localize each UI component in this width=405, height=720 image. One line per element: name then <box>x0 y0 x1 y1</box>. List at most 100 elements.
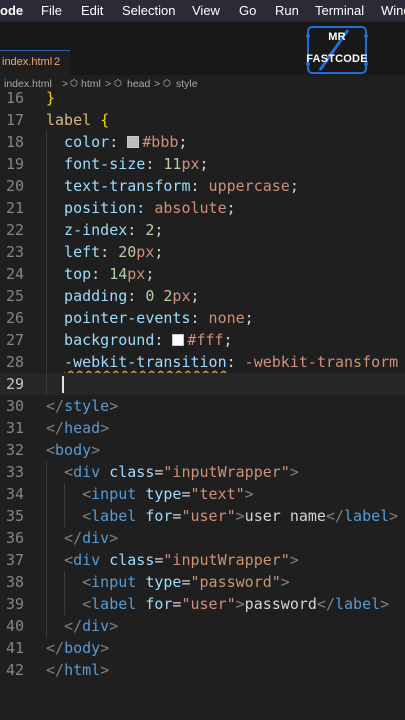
line-number: 39 <box>5 595 24 613</box>
indent-guide <box>64 571 66 593</box>
code-line[interactable]: 37 <div class="inputWrapper"> <box>0 549 405 571</box>
code-line[interactable]: 27 background: #fff; <box>0 329 405 351</box>
code-text: -webkit-transition: -webkit-transform <box>64 353 399 371</box>
code-line[interactable]: 16} <box>0 87 405 109</box>
indent-guide <box>46 263 47 285</box>
code-line[interactable]: 41 </body> <box>0 637 405 659</box>
line-number: 28 <box>5 353 24 371</box>
code-text: <label for="user">user name</label> <box>82 507 399 525</box>
code-text: <body> <box>46 441 101 459</box>
app-menu[interactable]: ode <box>0 3 23 18</box>
code-text: <input type="password"> <box>82 573 290 591</box>
code-line[interactable]: 31 </head> <box>0 417 405 439</box>
indent-guide <box>46 153 47 175</box>
line-number: 26 <box>5 309 24 327</box>
indent-guide <box>64 483 66 505</box>
line-number: 27 <box>5 331 24 349</box>
code-line[interactable]: 22 z-index: 2; <box>0 219 405 241</box>
code-line[interactable]: 40 </div> <box>0 615 405 637</box>
tab-filename: index.html <box>2 56 53 68</box>
line-number: 18 <box>5 133 24 151</box>
indent-guide <box>46 571 47 593</box>
menu-selection[interactable]: Selection <box>122 3 175 18</box>
code-text: </style> <box>46 397 119 415</box>
line-number: 41 <box>5 639 24 657</box>
line-number: 42 <box>5 661 24 679</box>
line-number: 36 <box>5 529 24 547</box>
code-line[interactable]: 20 text-transform: uppercase; <box>0 175 405 197</box>
code-text: z-index: 2; <box>64 221 164 239</box>
channel-logo: MR FASTCODE <box>302 22 372 78</box>
code-line[interactable]: 18 color: #bbb; <box>0 131 405 153</box>
line-number: 23 <box>5 243 24 261</box>
menu-window[interactable]: Wind <box>381 3 405 18</box>
logo-line-2: FASTCODE <box>306 53 368 65</box>
code-text: text-transform: uppercase; <box>64 177 299 195</box>
code-line[interactable]: 42 </html> <box>0 659 405 681</box>
menu-view[interactable]: View <box>192 3 220 18</box>
code-line[interactable]: 38 <input type="password"> <box>0 571 405 593</box>
code-text: </head> <box>46 419 110 437</box>
line-number: 38 <box>5 573 24 591</box>
indent-guide <box>46 197 47 219</box>
code-line[interactable]: 24 top: 14px; <box>0 263 405 285</box>
line-number: 37 <box>5 551 24 569</box>
indent-guide <box>46 329 47 351</box>
line-number: 30 <box>5 397 24 415</box>
code-line[interactable]: 25 padding: 0 2px; <box>0 285 405 307</box>
code-line[interactable]: 26 pointer-events: none; <box>0 307 405 329</box>
code-text: background: #fff; <box>64 331 233 349</box>
indent-guide <box>46 505 47 527</box>
code-text: font-size: 11px; <box>64 155 209 173</box>
code-line[interactable]: 19 font-size: 11px; <box>0 153 405 175</box>
indent-guide <box>64 593 66 615</box>
code-line[interactable]: 39 <label for="user">password</label> <box>0 593 405 615</box>
code-line[interactable]: 32 <body> <box>0 439 405 461</box>
indent-guide <box>46 483 47 505</box>
code-line[interactable]: 23 left: 20px; <box>0 241 405 263</box>
menu-edit[interactable]: Edit <box>81 3 103 18</box>
indent-guide <box>46 593 47 615</box>
code-text: </div> <box>64 529 119 547</box>
code-line[interactable]: 30 </style> <box>0 395 405 417</box>
text-cursor <box>62 376 64 393</box>
tab-index-html[interactable]: index.html 2 <box>0 50 70 76</box>
indent-guide <box>46 461 47 483</box>
code-line[interactable]: 28 -webkit-transition: -webkit-transform <box>0 351 405 373</box>
code-line[interactable]: 35 <label for="user">user name</label> <box>0 505 405 527</box>
code-text: padding: 0 2px; <box>64 287 200 305</box>
line-number: 40 <box>5 617 24 635</box>
indent-guide <box>46 615 47 637</box>
code-line[interactable]: 33 <div class="inputWrapper"> <box>0 461 405 483</box>
indent-guide <box>46 527 47 549</box>
problem-count-badge: 2 <box>54 56 61 68</box>
line-number: 25 <box>5 287 24 305</box>
code-text: } <box>46 89 56 107</box>
line-number: 34 <box>5 485 24 503</box>
line-number: 20 <box>5 177 24 195</box>
code-editor[interactable]: 16} 17 label { 18 color: #bbb; 19 font-size: 1… <box>0 89 405 720</box>
indent-guide <box>46 351 47 373</box>
code-line[interactable]: 29 <box>0 373 405 395</box>
code-text: <label for="user">password</label> <box>82 595 390 613</box>
menu-go[interactable]: Go <box>239 3 256 18</box>
code-line[interactable]: 34 <input type="text"> <box>0 483 405 505</box>
line-number: 22 <box>5 221 24 239</box>
color-swatch <box>172 334 185 346</box>
code-text: color: #bbb; <box>64 133 188 151</box>
menu-file[interactable]: File <box>41 3 62 18</box>
line-number: 33 <box>5 463 24 481</box>
line-number: 31 <box>5 419 24 437</box>
line-number: 21 <box>5 199 24 217</box>
indent-guide <box>46 373 47 395</box>
menu-terminal[interactable]: Terminal <box>315 3 364 18</box>
line-number: 35 <box>5 507 24 525</box>
code-line[interactable]: 17 label { <box>0 109 405 131</box>
code-text: label { <box>46 111 110 129</box>
code-text: </div> <box>64 617 119 635</box>
code-line[interactable]: 21 position: absolute; <box>0 197 405 219</box>
code-line[interactable]: 36 </div> <box>0 527 405 549</box>
menu-run[interactable]: Run <box>275 3 299 18</box>
menu-bar: ode File Edit Selection View Go Run Term… <box>0 0 405 22</box>
line-number: 32 <box>5 441 24 459</box>
